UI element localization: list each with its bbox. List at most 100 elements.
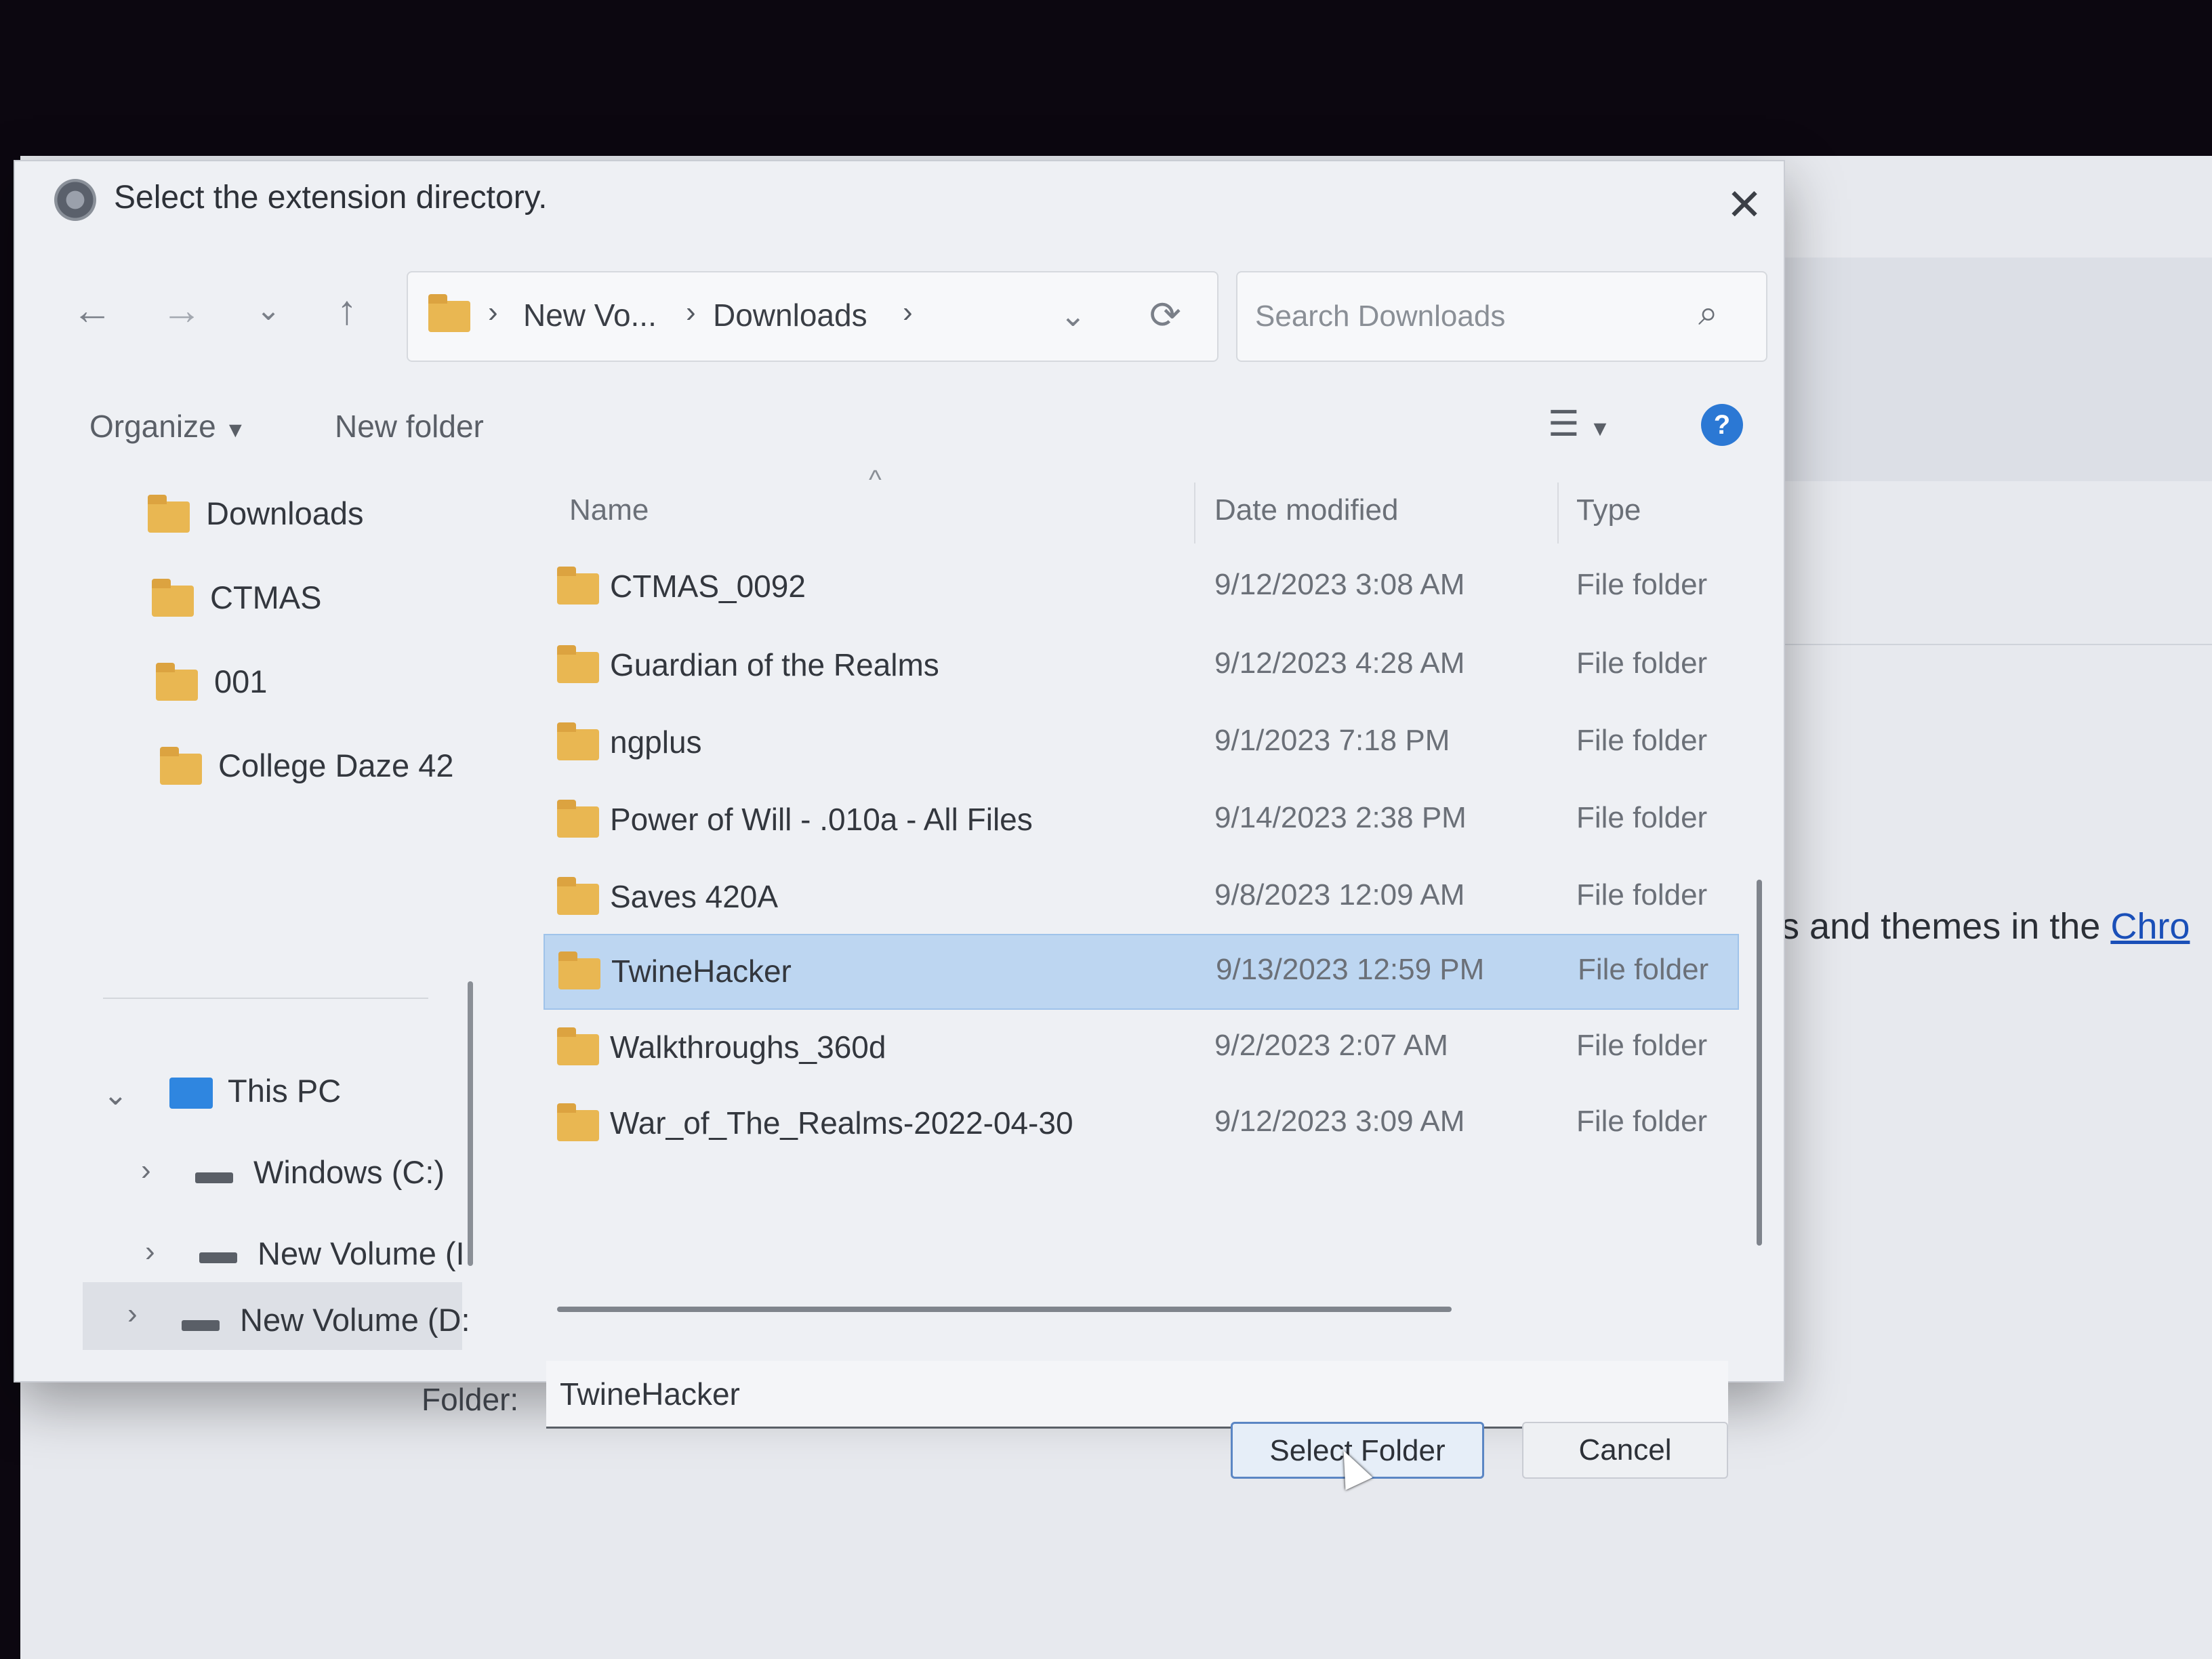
computer-icon [169, 1078, 213, 1109]
address-bar[interactable]: › New Vo... › Downloads › ⌄ ⟳ [407, 271, 1218, 362]
row-type: File folder [1576, 568, 1708, 601]
row-name: TwineHacker [611, 954, 792, 989]
nav-item-label: This PC [228, 1073, 342, 1109]
forward-arrow-icon[interactable]: → [155, 283, 209, 337]
row-name: ngplus [610, 724, 702, 760]
folder-name-input[interactable] [546, 1361, 1728, 1429]
refresh-icon[interactable]: ⟳ [1149, 293, 1181, 337]
dialog-title: Select the extension directory. [114, 180, 548, 216]
nav-item-label: College Daze 42 [218, 747, 454, 783]
folder-icon [557, 1103, 599, 1141]
table-row[interactable]: Power of Will - .010a - All Files 9/14/2… [544, 783, 1736, 857]
new-folder-button[interactable]: New folder [335, 408, 484, 445]
background-link[interactable]: Chro [2110, 906, 2190, 947]
folder-icon [557, 877, 599, 915]
column-header-date[interactable]: Date modified [1214, 493, 1398, 527]
row-date: 9/13/2023 12:59 PM [1216, 953, 1485, 986]
background-page-text: ns and themes in the Chro [1761, 905, 2190, 947]
folder-icon [557, 567, 599, 605]
row-name: CTMAS_0092 [610, 569, 806, 604]
row-date: 9/14/2023 2:38 PM [1214, 801, 1467, 834]
chevron-right-icon[interactable]: › [127, 1297, 138, 1331]
row-type: File folder [1576, 647, 1708, 680]
row-type: File folder [1578, 953, 1709, 986]
nav-item-label: 001 [214, 663, 268, 699]
browser-divider [1776, 644, 2212, 645]
background-snippet: ns and themes in the [1761, 906, 2111, 947]
column-separator[interactable] [1557, 483, 1559, 544]
dialog-titlebar[interactable]: Select the extension directory. ✕ [15, 161, 1784, 243]
organize-label: Organize [89, 409, 216, 444]
table-row[interactable]: War_of_The_Realms-2022-04-30 9/12/2023 3… [544, 1087, 1736, 1160]
table-row[interactable]: Walkthroughs_360d 9/2/2023 2:07 AM File … [544, 1011, 1736, 1084]
nav-item-label: Downloads [206, 495, 364, 531]
chevron-right-icon: › [488, 295, 498, 329]
app-icon [54, 179, 96, 221]
caret-down-icon: ▼ [224, 417, 247, 442]
organize-menu[interactable]: Organize ▼ [89, 408, 246, 445]
breadcrumb-new-volume[interactable]: New Vo... [523, 297, 657, 333]
folder-icon [152, 579, 194, 617]
row-type: File folder [1576, 724, 1708, 757]
nav-item-label: Windows (C:) [253, 1154, 445, 1190]
navigation-pane: Downloads CTMAS 001 College Daze 42 ⌄ Th… [83, 469, 470, 1350]
nav-pane-scrollbar[interactable] [468, 981, 473, 1266]
row-date: 9/8/2023 12:09 AM [1214, 878, 1465, 912]
close-icon[interactable]: ✕ [1720, 180, 1769, 229]
up-arrow-icon[interactable]: ↑ [320, 283, 374, 337]
nav-item-label: New Volume (D: [240, 1302, 470, 1338]
file-list-horizontal-scrollbar[interactable] [557, 1307, 1452, 1312]
search-input[interactable] [1254, 293, 1677, 340]
row-type: File folder [1576, 1105, 1708, 1138]
row-date: 9/12/2023 3:09 AM [1214, 1105, 1465, 1138]
folder-icon [156, 663, 198, 701]
folder-icon [148, 495, 190, 533]
column-header-name[interactable]: Name [569, 493, 649, 527]
drive-icon [195, 1172, 233, 1183]
table-row-selected[interactable]: TwineHacker 9/13/2023 12:59 PM File fold… [544, 934, 1739, 1010]
row-type: File folder [1576, 1029, 1708, 1062]
chevron-right-icon: › [686, 295, 696, 329]
folder-icon [558, 951, 600, 989]
folder-icon [557, 1027, 599, 1065]
view-options-icon[interactable]: ☰ ▼ [1548, 404, 1611, 445]
chevron-right-icon[interactable]: › [145, 1235, 155, 1269]
nav-divider [103, 998, 428, 999]
recent-locations-chevron-icon[interactable]: ⌄ [241, 283, 295, 337]
row-name: War_of_The_Realms-2022-04-30 [610, 1105, 1073, 1141]
row-date: 9/12/2023 4:28 AM [1214, 647, 1465, 680]
table-row[interactable]: Saves 420A 9/8/2023 12:09 AM File folder [544, 861, 1736, 934]
row-type: File folder [1576, 801, 1708, 834]
browser-toolbar-area [1776, 258, 2212, 481]
chevron-right-icon[interactable]: › [141, 1153, 151, 1187]
cancel-button[interactable]: Cancel [1522, 1422, 1728, 1479]
help-icon[interactable]: ? [1701, 404, 1743, 446]
row-date: 9/2/2023 2:07 AM [1214, 1029, 1448, 1062]
table-row[interactable]: Guardian of the Realms 9/12/2023 4:28 AM… [544, 629, 1736, 702]
nav-item-label: New Volume (I [258, 1235, 465, 1271]
chevron-down-icon[interactable]: ⌄ [103, 1078, 128, 1112]
folder-picker-dialog: Select the extension directory. ✕ ← → ⌄ … [14, 160, 1785, 1490]
column-separator[interactable] [1194, 483, 1195, 544]
table-row[interactable]: ngplus 9/1/2023 7:18 PM File folder [544, 706, 1736, 779]
row-type: File folder [1576, 878, 1708, 912]
folder-icon [557, 722, 599, 760]
row-date: 9/12/2023 3:08 AM [1214, 568, 1465, 601]
breadcrumb-downloads[interactable]: Downloads [713, 297, 867, 333]
column-header-type[interactable]: Type [1576, 493, 1641, 527]
file-list: ^ Name Date modified Type CTMAS_0092 9/1… [503, 465, 1750, 1309]
folder-icon [557, 800, 599, 838]
file-list-vertical-scrollbar[interactable] [1757, 880, 1762, 1246]
address-dropdown-icon[interactable]: ⌄ [1060, 297, 1086, 333]
nav-item-label: CTMAS [210, 579, 322, 615]
table-row[interactable]: CTMAS_0092 9/12/2023 3:08 AM File folder [544, 550, 1736, 623]
drive-icon [199, 1252, 237, 1263]
search-icon[interactable]: ⌕ [1698, 293, 1718, 334]
row-date: 9/1/2023 7:18 PM [1214, 724, 1450, 757]
back-arrow-icon[interactable]: ← [65, 283, 119, 337]
folder-icon [557, 645, 599, 683]
row-name: Saves 420A [610, 879, 779, 914]
caret-down-icon: ▼ [1589, 416, 1611, 441]
row-name: Walkthroughs_360d [610, 1029, 886, 1065]
search-box[interactable]: ⌕ [1236, 271, 1767, 362]
